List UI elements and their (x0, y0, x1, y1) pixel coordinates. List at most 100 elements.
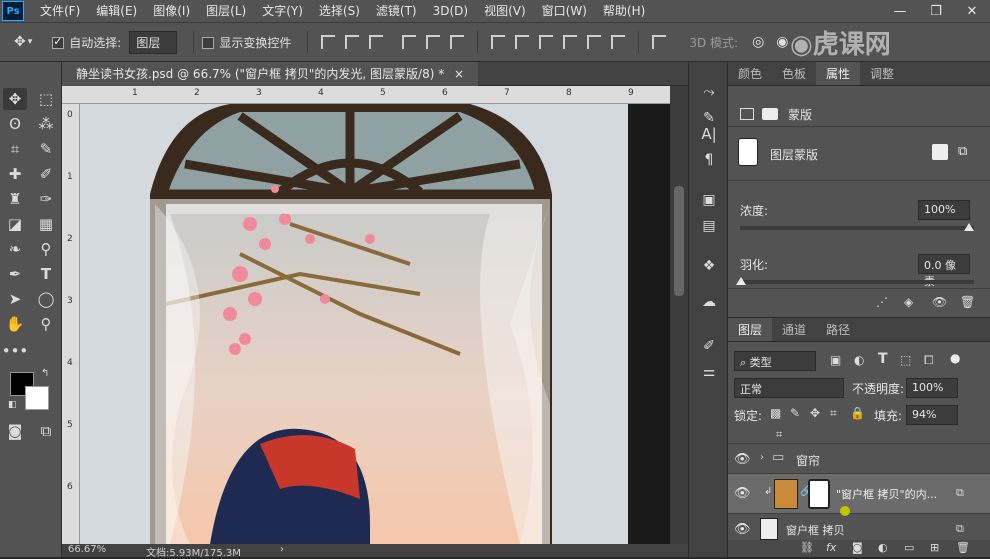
3d-rotate-icon[interactable]: ◎ (752, 34, 764, 50)
show-transform-checkbox[interactable] (202, 37, 215, 49)
document-tab[interactable]: 静坐读书女孩.psd @ 66.7% ("窗户框 拷贝"的内发光, 图层蒙版/8… (62, 62, 479, 86)
smart-filter-icon[interactable]: ⧉ (956, 486, 964, 500)
quick-mask-icon[interactable]: ◙ (3, 420, 27, 442)
distribute-top-icon[interactable] (491, 35, 506, 49)
menu-3d[interactable]: 3D(D) (425, 0, 476, 22)
distribute-hcenter-icon[interactable] (587, 35, 602, 49)
visibility-icon[interactable]: 👁 (932, 295, 947, 309)
filter-type-icon[interactable]: T (878, 351, 888, 367)
dodge-tool-icon[interactable]: ⚲ (34, 238, 58, 260)
scrollbar-thumb[interactable] (674, 186, 684, 296)
pen-tool-icon[interactable]: ✒ (3, 263, 27, 285)
crop-tool-icon[interactable]: ⌗ (3, 138, 27, 160)
zoom-level[interactable]: 66.67% (68, 544, 106, 555)
history-brush-icon[interactable]: ✑ (34, 188, 58, 210)
menu-filter[interactable]: 滤镜(T) (368, 0, 425, 22)
marquee-tool-icon[interactable]: ⬚ (34, 88, 58, 110)
apply-mask-icon[interactable]: ◈ (904, 295, 913, 309)
density-slider[interactable] (740, 226, 974, 230)
clone-stamp-icon[interactable]: ♜ (3, 188, 27, 210)
history-icon[interactable]: ⤳ (699, 82, 719, 102)
filter-toggle-icon[interactable]: ● (950, 351, 960, 365)
zoom-tool-icon[interactable]: ⚲ (34, 313, 58, 335)
tab-paths[interactable]: 路径 (816, 318, 860, 341)
visibility-eye-icon[interactable]: 👁 (734, 486, 751, 501)
lock-artboard-icon[interactable]: ⌗ (830, 406, 837, 421)
delete-mask-icon[interactable]: 🗑 (960, 295, 975, 309)
delete-layer-icon[interactable]: 🗑 (956, 541, 970, 554)
visibility-eye-icon[interactable]: 👁 (734, 452, 751, 467)
visibility-eye-icon[interactable]: 👁 (734, 522, 751, 537)
path-selection-icon[interactable]: ➤ (3, 288, 27, 310)
lasso-tool-icon[interactable]: ʘ (3, 113, 27, 135)
photoshop-logo[interactable]: Ps (2, 1, 24, 21)
tab-channels[interactable]: 通道 (772, 318, 816, 341)
lock-transparent-icon[interactable]: ▩ (770, 406, 781, 420)
lock-position-icon[interactable]: ✥ (810, 406, 820, 420)
auto-select-checkbox[interactable] (52, 35, 65, 49)
pixel-mask-icon[interactable] (740, 108, 754, 120)
gradient-tool-icon[interactable]: ▦ (34, 213, 58, 235)
menu-image[interactable]: 图像(I) (145, 0, 198, 22)
glyphs-icon[interactable]: ❖ (699, 256, 719, 276)
blur-tool-icon[interactable]: ❧ (3, 238, 27, 260)
tab-color[interactable]: 颜色 (728, 62, 772, 85)
distribute-vcenter-icon[interactable] (515, 35, 530, 49)
canvas-viewport[interactable] (80, 104, 670, 544)
layer-row-partial[interactable]: ⌗ (728, 428, 990, 444)
feather-slider[interactable] (740, 280, 974, 284)
background-color-swatch[interactable] (25, 386, 49, 410)
move-tool-icon[interactable]: ✥ (3, 88, 27, 110)
adjustments-icon[interactable]: ⚌ (699, 362, 719, 382)
eraser-tool-icon[interactable]: ◪ (3, 213, 27, 235)
align-left-icon[interactable] (402, 35, 417, 49)
tab-adjustments[interactable]: 调整 (860, 62, 904, 85)
filter-pixel-icon[interactable]: ▣ (830, 353, 841, 367)
chevron-right-icon[interactable]: › (760, 452, 764, 463)
filter-shape-icon[interactable]: ⬚ (900, 353, 911, 367)
layer-row-selected[interactable]: 👁 ↲ 🔗 "窗户框 拷贝"的内... ⧉ (728, 474, 990, 516)
new-group-icon[interactable]: ▭ (904, 541, 914, 554)
menu-window[interactable]: 窗口(W) (534, 0, 595, 22)
menu-help[interactable]: 帮助(H) (595, 0, 653, 22)
menu-edit[interactable]: 编辑(E) (88, 0, 145, 22)
vector-mask-icon[interactable] (762, 108, 778, 120)
move-tool-icon[interactable]: ✥ (14, 34, 26, 50)
3d-roll-icon[interactable]: ◉ (776, 34, 788, 50)
auto-select-dropdown[interactable]: 图层 (129, 30, 178, 54)
notes-icon[interactable]: ▤ (699, 216, 719, 236)
align-top-icon[interactable] (321, 35, 336, 49)
distribute-bottom-icon[interactable] (539, 35, 554, 49)
maximize-icon[interactable]: ❐ (918, 0, 954, 22)
character-panel-icon[interactable]: A| (699, 124, 719, 144)
density-input[interactable]: 100% (918, 200, 970, 220)
menu-select[interactable]: 选择(S) (311, 0, 368, 22)
tab-layers[interactable]: 图层 (728, 318, 773, 341)
align-bottom-icon[interactable] (369, 35, 384, 49)
distribute-right-icon[interactable] (611, 35, 626, 49)
close-icon[interactable]: ✕ (954, 0, 990, 22)
tab-swatches[interactable]: 色板 (772, 62, 816, 85)
select-pixel-mask-icon[interactable] (932, 144, 948, 160)
layer-mask-thumbnail[interactable] (808, 479, 830, 509)
more-tools-icon[interactable]: ••• (2, 340, 29, 362)
minimize-icon[interactable]: — (882, 0, 918, 22)
load-selection-icon[interactable]: ⋰ (876, 295, 888, 309)
eyedropper-icon[interactable]: ✎ (34, 138, 58, 160)
lock-pixels-icon[interactable]: ✎ (790, 406, 800, 420)
feather-input[interactable]: 0.0 像素 (918, 254, 970, 288)
auto-align-icon[interactable] (652, 35, 667, 49)
filter-smart-object-icon[interactable]: ⧠ (924, 353, 934, 368)
fill-input[interactable]: 94% (906, 405, 958, 425)
new-adjustment-icon[interactable]: ◐ (878, 541, 888, 554)
filter-adjustment-icon[interactable]: ◐ (854, 353, 864, 367)
align-hcenter-icon[interactable] (426, 35, 441, 49)
type-tool-icon[interactable]: T (34, 263, 58, 285)
swap-colors-icon[interactable]: ↰ (41, 368, 49, 379)
libraries-icon[interactable]: ▣ (699, 190, 719, 210)
chevron-down-icon[interactable]: ▾ (28, 37, 33, 47)
lock-all-icon[interactable]: 🔒 (850, 406, 865, 420)
creative-cloud-icon[interactable]: ☁ (699, 292, 719, 312)
fx-icon[interactable]: fx (826, 541, 836, 554)
link-layers-icon[interactable]: ⛓ (800, 541, 814, 554)
